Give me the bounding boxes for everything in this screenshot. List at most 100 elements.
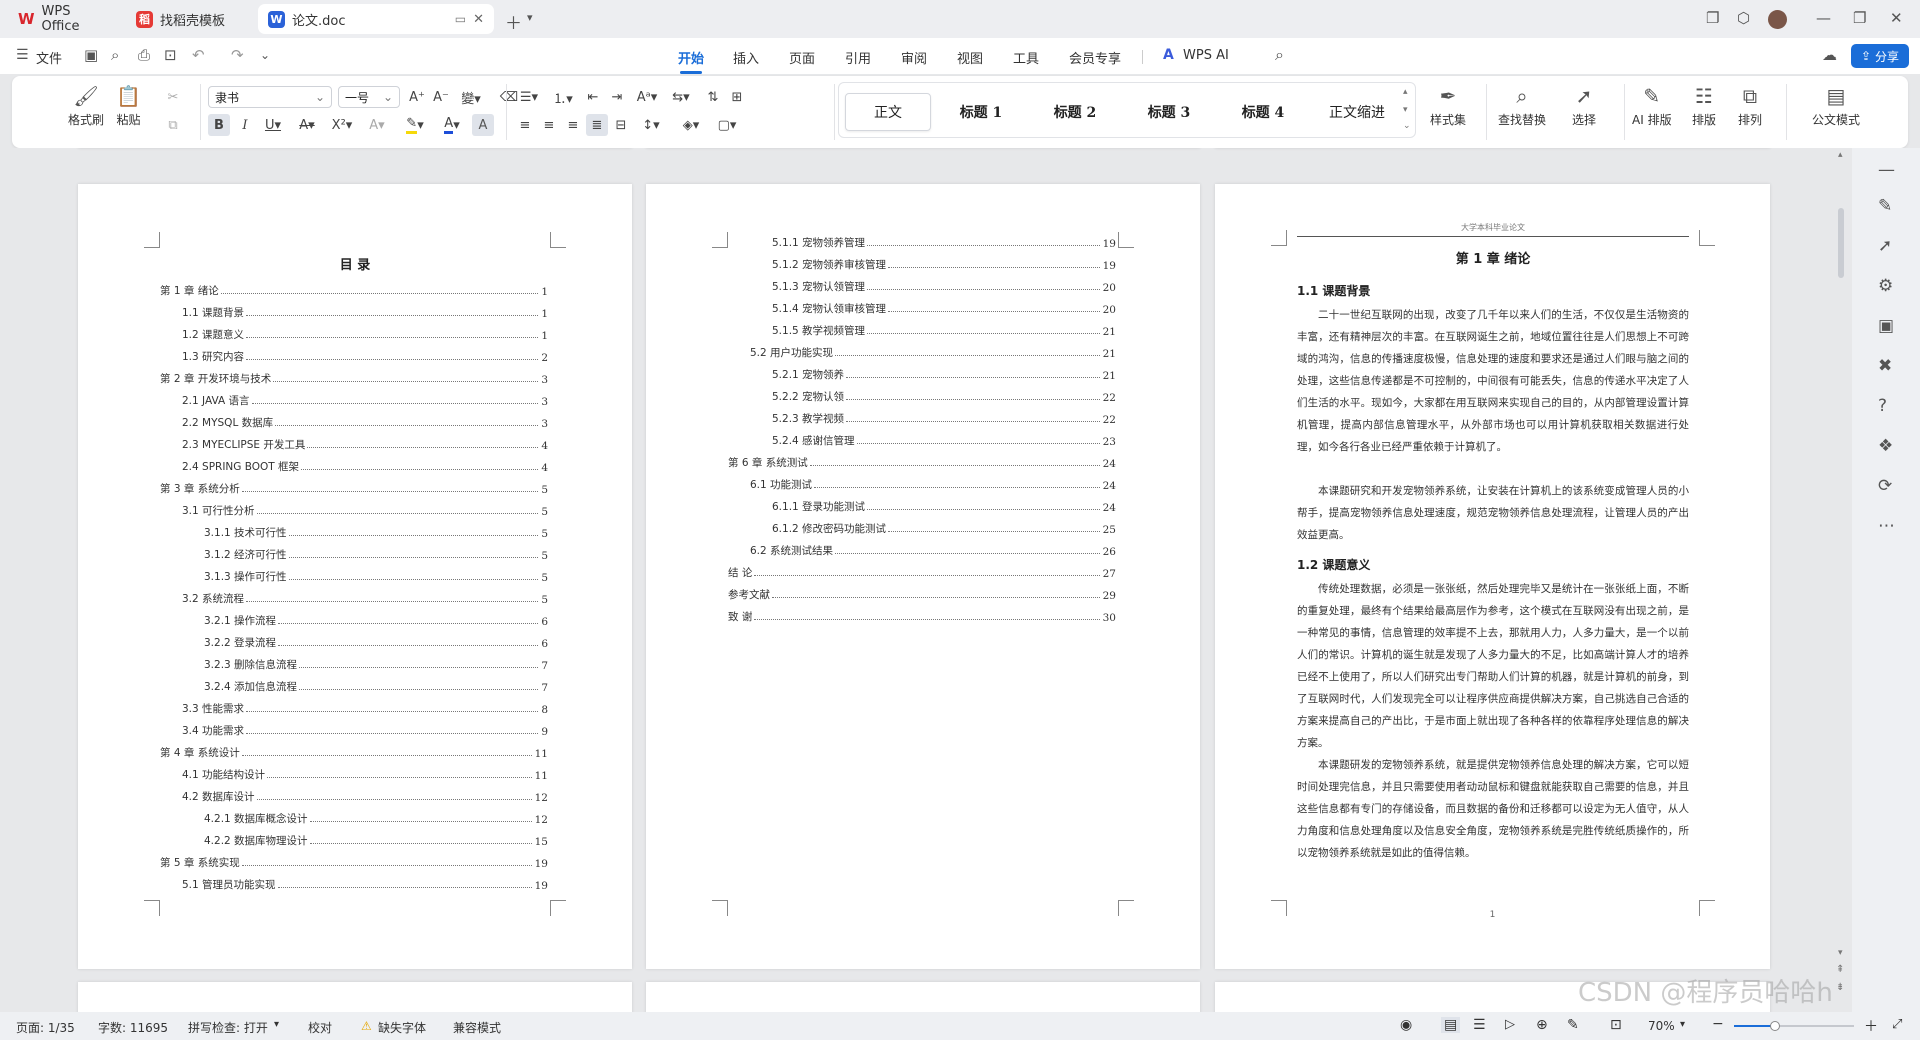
italic-icon[interactable]: I [234,114,256,136]
strikethrough-icon[interactable]: A▾ [292,114,322,136]
file-menu[interactable]: 文件 [36,48,62,67]
decrease-indent-icon[interactable]: ⇤ [582,86,604,108]
toc-entry[interactable]: 4.2 数据库设计 12 [160,782,548,804]
toc-entry[interactable]: 3.1.2 经济可行性 5 [160,540,548,562]
scroll-up-icon[interactable]: ▴ [1838,150,1843,160]
adjust-icon[interactable]: ⚙ [1878,276,1893,296]
tab-document[interactable]: W 论文.doc ▭ ✕ [258,4,494,34]
layout-button[interactable]: ☷ 排版 [1692,84,1716,128]
chevron-down-icon[interactable]: ▾ [274,1019,279,1030]
toc-entry[interactable]: 第 1 章 绪论 1 [160,276,548,298]
tab-tools[interactable]: 工具 [1013,48,1039,67]
toc-entry[interactable]: 3.1.3 操作可行性 5 [160,562,548,584]
restore-icon[interactable]: ❐ [1853,9,1866,27]
toc-entry[interactable]: 第 4 章 系统设计 11 [160,738,548,760]
numbered-list-icon[interactable]: ⒈▾ [548,86,578,108]
tab-review[interactable]: 审阅 [901,48,927,67]
toc-entry[interactable]: 结 论 27 [728,558,1116,580]
toc-entry[interactable]: 3.4 功能需求 9 [160,716,548,738]
shading-icon[interactable]: ◈▾ [676,114,706,136]
gift-icon[interactable]: ❖ [1878,436,1893,456]
tab-view[interactable]: 视图 [957,48,983,67]
sort-icon[interactable]: ⇅ [702,86,724,108]
share-button[interactable]: ⇪ 分享 [1851,44,1909,68]
style-set-button[interactable]: ✒ 样式集 [1430,84,1466,128]
minimize-icon[interactable]: — [1816,9,1831,27]
toc-entry[interactable]: 5.2.2 宠物认领 22 [728,382,1116,404]
tools-icon[interactable]: ✖ [1878,356,1892,376]
toc-entry[interactable]: 3.1 可行性分析 5 [160,496,548,518]
close-tab-icon[interactable]: ✕ [473,12,484,27]
page-indicator[interactable]: 页面: 1/35 [16,1019,75,1036]
font-color-icon[interactable]: A ▾ [436,114,468,136]
search-doc-icon[interactable]: ⌕ [111,46,119,64]
fullscreen-icon[interactable]: ⤢ [1892,1017,1902,1032]
line-break-icon[interactable]: ⇆▾ [666,86,696,108]
bullet-list-icon[interactable]: ☰▾ [514,86,544,108]
cloud-sync-icon[interactable]: ☁ [1822,46,1837,64]
collapse-icon[interactable]: — [1878,160,1895,180]
expand-styles-icon[interactable]: ⌄ [1403,121,1411,131]
toc-entry[interactable]: 5.1 管理员功能实现 19 [160,870,548,892]
text-effect-icon[interactable]: A▾ [362,114,392,136]
missing-font-button[interactable]: 缺失字体 [378,1019,426,1036]
tab-docer[interactable]: 稻 找稻壳模板 [126,4,250,34]
page-view-icon[interactable]: ▤ [1441,1017,1461,1033]
toc-entry[interactable]: 第 2 章 开发环境与技术 3 [160,364,548,386]
border-icon[interactable]: ▢▾ [712,114,742,136]
zoom-slider-thumb[interactable] [1770,1021,1780,1031]
underline-icon[interactable]: U▾ [258,114,288,136]
close-window-icon[interactable]: ✕ [1890,9,1903,27]
print-icon[interactable]: ⎙ [138,46,150,64]
tab-wps-office[interactable]: W WPS Office [8,4,120,34]
toc-entry[interactable]: 3.2.2 登录流程 6 [160,628,548,650]
increase-indent-icon[interactable]: ⇥ [606,86,628,108]
toc-entry[interactable]: 2.3 MYECLIPSE 开发工具 4 [160,430,548,452]
toc-entry[interactable]: 第 3 章 系统分析 5 [160,474,548,496]
wps-ai-button[interactable]: WPS AI [1183,48,1229,63]
find-replace-button[interactable]: ⌕ 查找替换 [1498,84,1546,128]
style-heading-4[interactable]: 标题 4 [1219,93,1307,131]
align-left-icon[interactable]: ≡ [514,114,536,136]
toc-entry[interactable]: 5.1.4 宠物认领审核管理 20 [728,294,1116,316]
paste-button[interactable]: 📋 粘贴 [116,84,141,128]
toc-entry[interactable]: 6.2 系统测试结果 26 [728,536,1116,558]
undo-icon[interactable]: ↶ [192,46,205,64]
select-button[interactable]: ➚ 选择 [1572,84,1596,128]
toc-entry[interactable]: 3.2 系统流程 5 [160,584,548,606]
spell-check-toggle[interactable]: 拼写检查: 打开 [188,1019,268,1036]
zoom-in-icon[interactable]: ＋ [1864,1016,1878,1036]
tab-references[interactable]: 引用 [845,48,871,67]
toc-entry[interactable]: 参考文献 29 [728,580,1116,602]
toc-entry[interactable]: 1.3 研究内容 2 [160,342,548,364]
tab-home[interactable]: 开始 [678,48,704,74]
toc-entry[interactable]: 4.2.1 数据库概念设计 12 [160,804,548,826]
superscript-icon[interactable]: X²▾ [326,114,358,136]
toc-entry[interactable]: 第 5 章 系统实现 19 [160,848,548,870]
eye-protect-icon[interactable]: ◉ [1400,1017,1412,1033]
toc-entry[interactable]: 2.2 MYSQL 数据库 3 [160,408,548,430]
more-icon[interactable]: ⋯ [1878,516,1895,536]
distribute-icon[interactable]: ⊟ [610,114,632,136]
document-area[interactable]: 目 录 第 1 章 绪论 1 1.1 课题背景 1 1.2 课题意义 1 1.3 研究内容 2… [0,148,1852,1012]
arrange-button[interactable]: ⧉ 排列 [1738,84,1762,128]
ai-layout-button[interactable]: ✎ AI 排版 [1632,84,1672,128]
outline-view-icon[interactable]: ☰ [1473,1017,1486,1033]
window-icon[interactable]: ▭ [455,12,466,26]
new-tab-icon[interactable]: ＋ [505,9,522,34]
style-heading-2[interactable]: 标题 2 [1031,93,1119,131]
style-heading-3[interactable]: 标题 3 [1125,93,1213,131]
toc-entry[interactable]: 第 6 章 系统测试 24 [728,448,1116,470]
text-direction-icon[interactable]: Aᵃ▾ [632,86,662,108]
scrollbar-thumb[interactable] [1838,208,1844,278]
grow-font-icon[interactable]: A⁺ [406,86,428,108]
toc-entry[interactable]: 致 谢 30 [728,602,1116,624]
style-heading-1[interactable]: 标题 1 [937,93,1025,131]
print-preview-icon[interactable]: ⊡ [164,46,177,64]
char-shading-icon[interactable]: A [472,114,494,136]
toc-entry[interactable]: 2.4 SPRING BOOT 框架 4 [160,452,548,474]
annotate-icon[interactable]: ✎ [1567,1017,1579,1033]
tab-page[interactable]: 页面 [789,48,815,67]
toc-entry[interactable]: 5.2.4 感谢信管理 23 [728,426,1116,448]
web-view-icon[interactable]: ⊕ [1536,1017,1548,1033]
